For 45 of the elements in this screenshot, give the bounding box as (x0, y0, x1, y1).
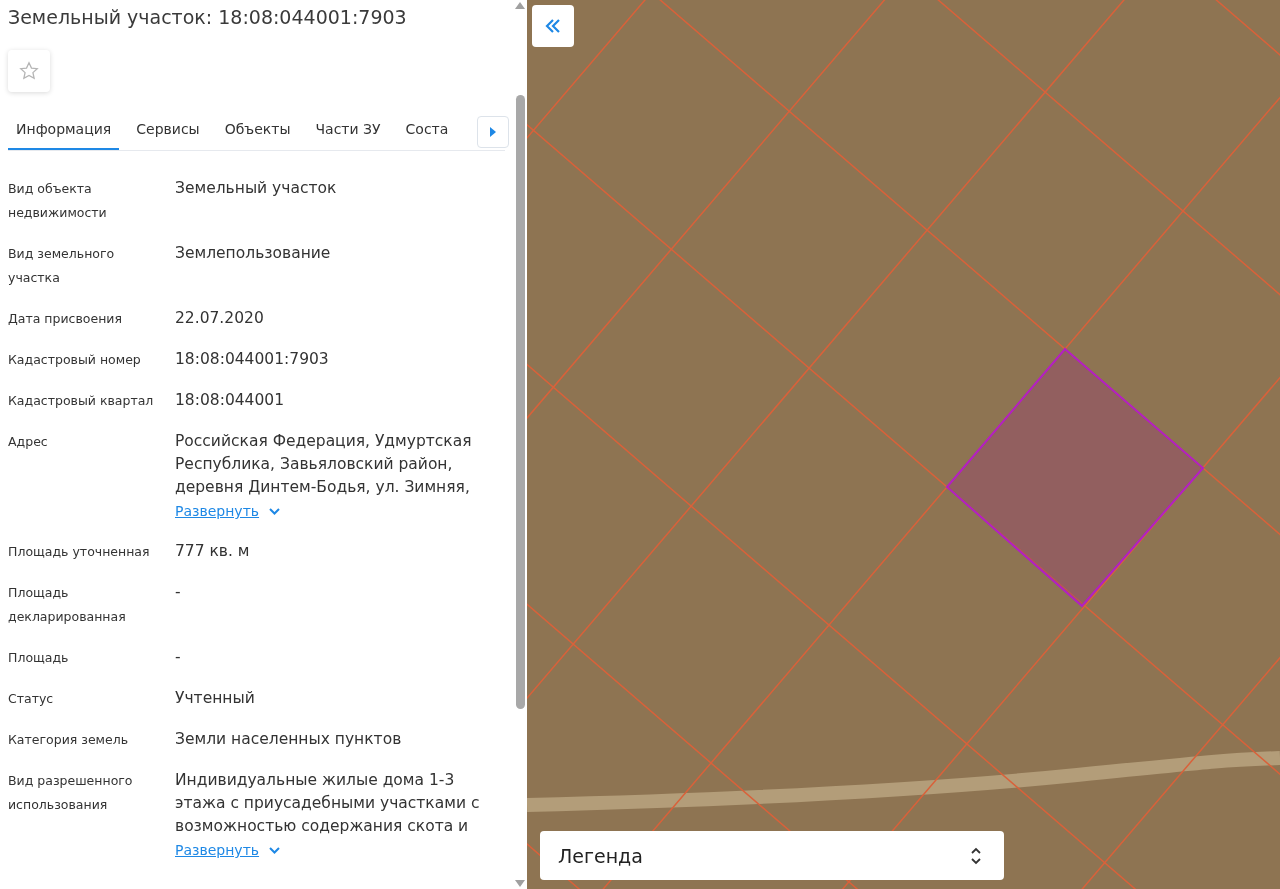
field-label: Площадь (8, 649, 70, 667)
tab[interactable]: Части ЗУ (307, 110, 389, 150)
parcel-title: Земельный участок: 18:08:044001:7903 (8, 5, 408, 30)
star-icon (18, 60, 40, 82)
field-value: Земельный участок (175, 178, 338, 199)
collapse-panel-button[interactable] (532, 5, 574, 47)
field-label: Площадь уточненная (8, 543, 151, 561)
field-label: Вид разрешенного использования (8, 772, 134, 814)
tab[interactable]: Объекты (216, 110, 299, 150)
tab[interactable]: Информация (8, 110, 120, 150)
field-value: Индивидуальные жилые дома 1-3 этажа с приусадебными участками с возможностью содержания скота и (175, 770, 481, 837)
favorite-star-button[interactable] (8, 50, 50, 92)
scrollbar-thumb[interactable] (515, 95, 525, 709)
field-label: Вид объекта недвижимости (8, 180, 108, 222)
tabs-scroll-right-button[interactable] (477, 116, 509, 148)
tab[interactable]: Сервисы (128, 110, 208, 150)
double-chevron-left-icon (545, 19, 561, 33)
field-label: Площадь декларированная (8, 584, 127, 626)
field-value: Земли населенных пунктов (175, 729, 403, 750)
tab[interactable]: Соста (397, 110, 457, 150)
field-value: Землепользование (175, 243, 332, 264)
legend-dropdown[interactable]: Легенда (540, 831, 1004, 880)
field-value: Российская Федерация, Удмуртская Республика, Завьяловский район, деревня Динтем-Бодья, ул. Зимняя, (175, 431, 473, 498)
field-value: 22.07.2020 (175, 308, 265, 329)
field-label: Дата присвоения (8, 310, 123, 328)
field-value: - (175, 582, 182, 603)
expand-link[interactable]: Развернуть (175, 499, 281, 523)
field-value: 18:08:044001:7903 (175, 349, 330, 370)
expand-link[interactable]: Развернуть (175, 838, 281, 862)
field-label: Кадастровый номер (8, 351, 142, 369)
chevron-down-icon (269, 507, 281, 515)
field-value: - (175, 647, 182, 668)
field-value: 777 кв. м (175, 541, 251, 562)
field-value: Учтенный (175, 688, 256, 709)
chevron-down-icon (269, 846, 281, 854)
scroll-down-arrow-icon[interactable] (515, 880, 525, 887)
field-label: Вид земельного участка (8, 245, 116, 287)
field-value: 18:08:044001 (175, 390, 286, 411)
up-down-chevron-icon (970, 845, 982, 866)
caret-right-icon (490, 127, 496, 137)
scroll-up-arrow-icon[interactable] (515, 2, 525, 9)
field-label: Кадастровый квартал (8, 392, 155, 410)
field-label: Статус (8, 690, 55, 708)
field-label: Адрес (8, 433, 49, 451)
field-label: Категория земель (8, 731, 130, 749)
